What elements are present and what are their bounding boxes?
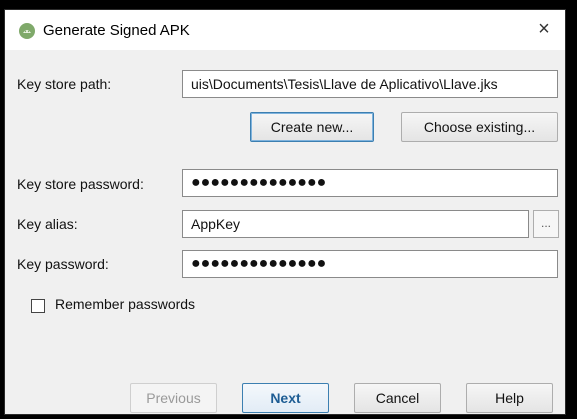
choose-existing-button[interactable]: Choose existing... [401, 112, 558, 142]
remember-checkbox[interactable] [31, 299, 45, 313]
title-bar: Generate Signed APK × [5, 10, 565, 50]
android-icon [19, 23, 35, 39]
keystore-path-field[interactable]: uis\Documents\Tesis\Llave de Aplicativo\… [182, 70, 558, 98]
key-alias-field[interactable]: AppKey [182, 210, 529, 238]
keystore-password-field[interactable]: ●●●●●●●●●●●●●● [182, 169, 558, 197]
key-alias-label: Key alias: [17, 216, 78, 232]
next-button[interactable]: Next [242, 383, 329, 413]
keystore-password-label: Key store password: [17, 176, 144, 192]
dialog-window: Generate Signed APK × Key store path: ui… [0, 0, 577, 419]
previous-button[interactable]: Previous [130, 383, 217, 413]
keystore-path-label: Key store path: [17, 76, 112, 92]
key-password-label: Key password: [17, 256, 109, 272]
remember-label[interactable]: Remember passwords [55, 296, 195, 312]
create-new-button[interactable]: Create new... [250, 112, 374, 142]
dialog-frame: Generate Signed APK × Key store path: ui… [4, 9, 566, 415]
close-icon[interactable]: × [533, 18, 555, 40]
key-password-field[interactable]: ●●●●●●●●●●●●●● [182, 250, 558, 278]
help-button[interactable]: Help [466, 383, 553, 413]
dialog-title: Generate Signed APK [43, 22, 190, 39]
dialog-body: Key store path: uis\Documents\Tesis\Llav… [5, 50, 565, 414]
cancel-button[interactable]: Cancel [354, 383, 441, 413]
browse-alias-button[interactable]: ... [533, 210, 559, 238]
